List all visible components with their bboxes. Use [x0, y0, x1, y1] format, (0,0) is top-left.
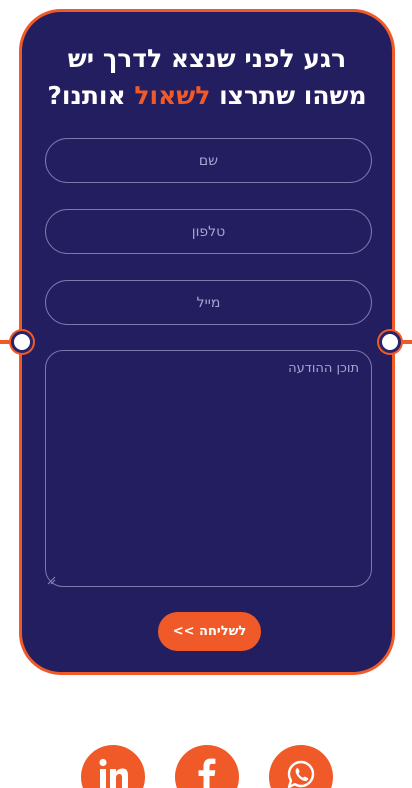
contact-form-card: רגע לפני שנצא לדרך יש משהו שתרצו לשאול א…: [19, 9, 395, 675]
facebook-icon: [198, 758, 216, 788]
whatsapp-button[interactable]: [269, 745, 333, 788]
email-field[interactable]: [45, 280, 372, 325]
phone-field[interactable]: [45, 209, 372, 254]
headline-end-text: אותנו?: [47, 81, 135, 110]
message-textarea[interactable]: [45, 350, 372, 587]
connector-dot-right: [379, 331, 401, 353]
connector-dot-left: [11, 331, 33, 353]
facebook-button[interactable]: [175, 745, 239, 788]
name-field[interactable]: [45, 138, 372, 183]
page: רגע לפני שנצא לדרך יש משהו שתרצו לשאול א…: [0, 0, 412, 788]
resize-grip-icon[interactable]: [47, 576, 56, 585]
headline-accent-text: לשאול: [134, 81, 211, 110]
form-headline: רגע לפני שנצא לדרך יש משהו שתרצו לשאול א…: [34, 40, 380, 114]
linkedin-icon: [99, 758, 128, 788]
submit-button[interactable]: לשליחה >>: [158, 612, 261, 651]
whatsapp-icon: [287, 760, 315, 788]
linkedin-button[interactable]: [81, 745, 145, 788]
